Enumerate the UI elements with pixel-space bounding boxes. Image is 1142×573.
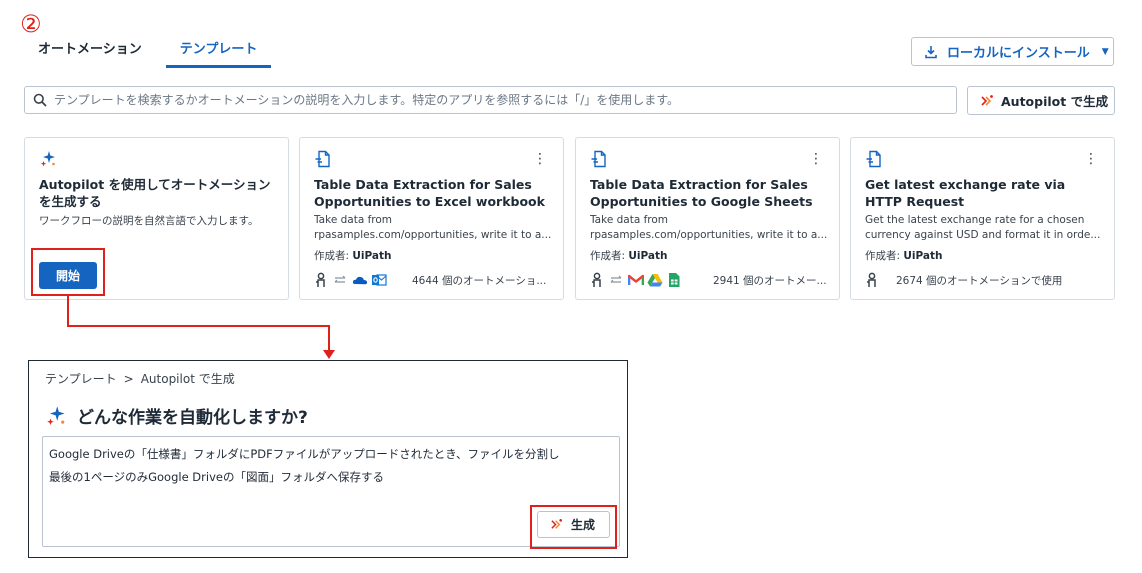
- search-input[interactable]: [54, 93, 956, 107]
- panel-heading: どんな作業を自動化しますか?: [45, 403, 308, 428]
- install-locally-button[interactable]: ローカルにインストール ▼: [911, 37, 1114, 66]
- uipath-robot-icon: [867, 272, 876, 287]
- sparkle-icon: [47, 405, 65, 425]
- prompt-line: 最後の1ページのみGoogle Driveの「図面」フォルダへ保存する: [49, 470, 384, 484]
- autopilot-generate-button[interactable]: Autopilot で生成: [967, 86, 1115, 115]
- prompt-text: Google Driveの「仕様書」フォルダにPDFファイルがアップロードされた…: [49, 443, 615, 489]
- more-options-icon[interactable]: ⋮: [533, 152, 547, 166]
- card-description-line: Take data from: [314, 214, 393, 226]
- author-label: 作成者:: [590, 250, 629, 262]
- template-card-sheets[interactable]: ⋮ Table Data Extraction for Sales Opport…: [575, 137, 840, 300]
- step-number-annotation: ②: [20, 10, 42, 38]
- author-name: UiPath: [903, 250, 943, 262]
- template-document-icon: [591, 150, 606, 168]
- card-title: Table Data Extraction for Sales Opportun…: [590, 177, 813, 209]
- template-document-icon: [866, 150, 881, 168]
- author-label: 作成者:: [865, 250, 904, 262]
- card-description-line: rpasamples.com/opportunities, write it t…: [314, 229, 552, 241]
- card-description-line: Get the latest exchange rate for a chose…: [865, 214, 1085, 226]
- card-title: Table Data Extraction for Sales Opportun…: [314, 177, 545, 209]
- tab-templates[interactable]: テンプレート: [165, 38, 272, 68]
- card-description: Get the latest exchange rate for a chose…: [865, 213, 1105, 243]
- card-description: ワークフローの説明を自然言語で入力します。: [39, 215, 259, 227]
- download-icon: [925, 45, 937, 58]
- breadcrumb: テンプレート > Autopilot で生成: [45, 370, 235, 387]
- card-author: 作成者: UiPath: [865, 248, 943, 263]
- breadcrumb-templates[interactable]: テンプレート: [45, 372, 117, 386]
- card-description-line: currency against USD and format it in or…: [865, 229, 1101, 241]
- onedrive-icon: [352, 276, 368, 285]
- connector-line: [328, 325, 330, 353]
- panel-heading-text: どんな作業を自動化しますか?: [77, 408, 308, 428]
- google-sheets-icon: [669, 273, 680, 287]
- card-description-line: Take data from: [590, 214, 669, 226]
- card-author: 作成者: UiPath: [314, 248, 392, 263]
- more-options-icon[interactable]: ⋮: [1084, 152, 1098, 166]
- arrow-down-icon: [323, 350, 335, 359]
- template-card-exchange-rate[interactable]: ⋮ Get latest exchange rate via HTTP Requ…: [850, 137, 1115, 300]
- usage-count: 2674 個のオートメーションで使用: [896, 275, 1063, 287]
- card-description-line: rpasamples.com/opportunities, write it t…: [590, 229, 828, 241]
- arrows-icon: [334, 275, 346, 283]
- uipath-robot-icon: [316, 272, 325, 287]
- breadcrumb-current: Autopilot で生成: [140, 372, 235, 386]
- outlook-icon: [372, 274, 387, 286]
- author-name: UiPath: [352, 250, 392, 262]
- uipath-robot-icon: [592, 272, 601, 287]
- card-title: Get latest exchange rate via HTTP Reques…: [865, 177, 1066, 209]
- connector-line: [67, 296, 69, 327]
- autopilot-icon: [981, 94, 993, 106]
- author-name: UiPath: [628, 250, 668, 262]
- arrows-icon: [610, 275, 622, 283]
- card-author: 作成者: UiPath: [590, 248, 668, 263]
- chevron-down-icon: ▼: [1101, 46, 1109, 57]
- prompt-line: Google Driveの「仕様書」フォルダにPDFファイルがアップロードされた…: [49, 447, 560, 461]
- template-document-icon: [315, 150, 330, 168]
- tab-automation[interactable]: オートメーション: [28, 38, 152, 68]
- search-icon: [33, 93, 47, 107]
- usage-count: 2941 個のオートメー...: [713, 275, 827, 287]
- template-card-excel[interactable]: ⋮ Table Data Extraction for Sales Opport…: [299, 137, 564, 300]
- card-description: Take data from rpasamples.com/opportunit…: [314, 213, 554, 243]
- start-button-highlight: [31, 248, 105, 296]
- autopilot-generate-label: Autopilot で生成: [1001, 94, 1109, 109]
- google-drive-icon: [647, 274, 663, 287]
- app-icons: [314, 271, 390, 289]
- author-label: 作成者:: [314, 250, 353, 262]
- tab-bar: オートメーション テンプレート: [28, 38, 285, 68]
- usage-count: 4644 個のオートメーショ...: [412, 275, 547, 287]
- connector-line: [67, 325, 330, 327]
- install-locally-label: ローカルにインストール: [947, 46, 1090, 61]
- card-description: Take data from rpasamples.com/opportunit…: [590, 213, 830, 243]
- breadcrumb-separator: >: [123, 372, 134, 386]
- template-search-box[interactable]: [24, 86, 957, 114]
- gmail-icon: [628, 274, 644, 285]
- app-icons: [590, 271, 685, 289]
- more-options-icon[interactable]: ⋮: [809, 152, 823, 166]
- app-icons: [865, 271, 884, 289]
- sparkle-icon: [40, 151, 55, 167]
- generate-button-highlight: [530, 505, 617, 549]
- card-title: Autopilot を使用してオートメーションを生成する: [39, 177, 271, 209]
